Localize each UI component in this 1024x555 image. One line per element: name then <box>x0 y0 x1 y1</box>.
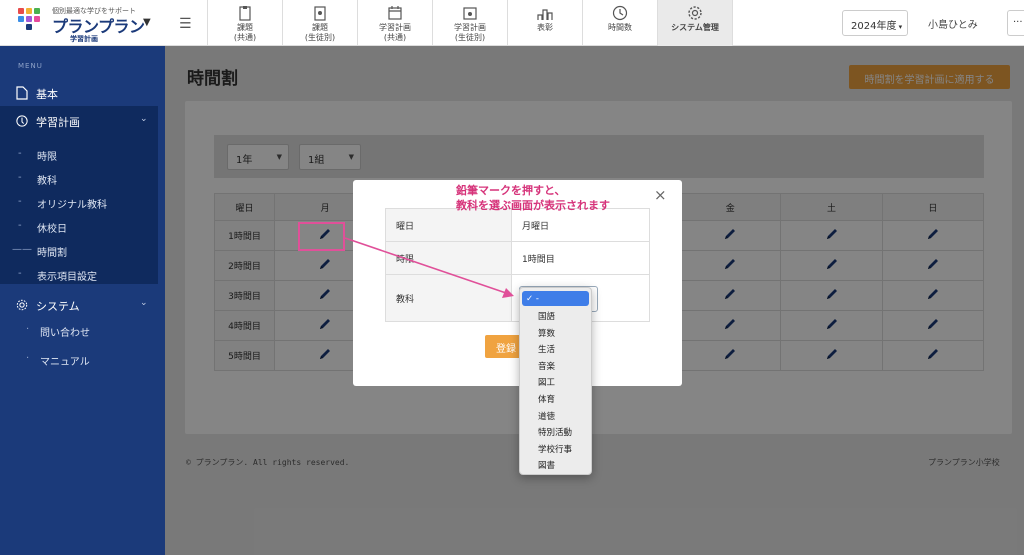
logo-tiles-icon <box>18 8 48 32</box>
sidebar-subitem-period[interactable]: - 時限 <box>0 144 158 164</box>
detail-key: 曜日 <box>385 208 512 242</box>
dropdown-option[interactable]: 学校行事 <box>522 440 589 456</box>
annotation-highlight-box <box>298 222 345 251</box>
clock-icon <box>612 5 628 21</box>
sidebar: 個別最適な学びをサポート プランプラン 学習計画 ▼ MENU 基本 学習計画 … <box>0 0 165 555</box>
detail-value: 1時間目 <box>511 241 650 275</box>
annotation-text: 教科を選ぶ画面が表示されます <box>456 199 610 212</box>
detail-key: 時限 <box>385 241 512 275</box>
table-row: 教科 <box>385 274 650 322</box>
tab-task-student[interactable]: 課題 (生徒別) <box>282 0 357 46</box>
dropdown-option[interactable]: 図書 <box>522 456 589 472</box>
podium-icon <box>537 9 553 20</box>
more-button[interactable]: ··· <box>1007 10 1024 36</box>
hamburger-icon[interactable]: ☰ <box>179 16 192 32</box>
sidebar-subitem-original-subject[interactable]: - オリジナル教科 <box>0 192 158 212</box>
gear-icon <box>688 6 702 20</box>
dropdown-option[interactable]: 国語 <box>522 307 589 323</box>
detail-value: 月曜日 <box>511 208 650 242</box>
top-bar: ☰ 課題 (共通) 課題 (生徒別) 学習計画 (共通) 学習計画 (生徒別) 表彰 時… <box>165 0 1024 46</box>
logo-brand: プランプラン <box>52 17 145 36</box>
sidebar-subitem-display-settings[interactable]: - 表示項目設定 <box>0 264 158 284</box>
logo[interactable]: 個別最適な学びをサポート プランプラン 学習計画 ▼ <box>0 0 165 46</box>
sidebar-subitem-manual[interactable]: · マニュアル <box>0 349 158 369</box>
dropdown-option[interactable]: 生活 <box>522 340 589 356</box>
sidebar-item-label: 学習計画 <box>36 116 80 129</box>
chevron-down-icon[interactable]: ▼ <box>143 17 151 28</box>
menu-caption: MENU <box>18 62 43 70</box>
table-row: 曜日 月曜日 <box>385 208 650 242</box>
modal-detail-table: 曜日 月曜日 時限 1時間目 教科 <box>385 208 650 322</box>
user-name[interactable]: 小島ひとみ <box>928 16 978 31</box>
sidebar-subitem-contact[interactable]: · 問い合わせ <box>0 320 158 340</box>
close-icon[interactable]: × <box>654 186 667 204</box>
tab-hours[interactable]: 時間数 <box>582 0 657 46</box>
tab-system-admin[interactable]: システム管理 <box>657 0 732 46</box>
dropdown-option[interactable]: 図工 <box>522 373 589 389</box>
tab-plan-student[interactable]: 学習計画 (生徒別) <box>432 0 507 46</box>
calendar-icon <box>388 6 402 20</box>
clipboard-icon <box>239 6 251 21</box>
sidebar-item-plan[interactable]: 学習計画 ⌄ <box>0 108 165 134</box>
dropdown-option[interactable]: 道徳 <box>522 407 589 423</box>
calendar-person-icon <box>463 7 477 20</box>
gear-icon <box>16 299 28 311</box>
sidebar-item-label: 基本 <box>36 88 58 101</box>
document-icon <box>16 86 28 100</box>
sidebar-subitem-timetable[interactable]: —— 時間割 <box>0 240 158 260</box>
sidebar-subitem-holiday[interactable]: - 休校日 <box>0 216 158 236</box>
tab-plan-common[interactable]: 学習計画 (共通) <box>357 0 432 46</box>
annotation-text: 鉛筆マークを押すと、 <box>456 184 566 197</box>
dropdown-option[interactable]: 音楽 <box>522 357 589 373</box>
sidebar-item-label: システム <box>36 300 80 313</box>
sidebar-item-basic[interactable]: 基本 <box>0 80 165 106</box>
sidebar-subitem-subject[interactable]: - 教科 <box>0 168 158 188</box>
clipboard-person-icon <box>314 6 326 21</box>
dropdown-option[interactable]: 体育 <box>522 390 589 406</box>
year-select[interactable]: 2024年度 ▾ <box>842 10 908 36</box>
logo-sub: 学習計画 <box>70 35 98 43</box>
tab-task-common[interactable]: 課題 (共通) <box>207 0 282 46</box>
sidebar-item-system[interactable]: システム ⌄ <box>0 292 165 318</box>
chevron-down-icon: ⌄ <box>140 298 148 308</box>
chevron-down-icon: ⌄ <box>140 114 148 124</box>
dropdown-option[interactable]: 特別活動 <box>522 423 589 439</box>
table-row: 時限 1時間目 <box>385 241 650 275</box>
compass-icon <box>16 115 28 127</box>
detail-key: 教科 <box>385 274 512 322</box>
tab-award[interactable]: 表彰 <box>507 0 582 46</box>
dropdown-option-selected[interactable]: ✓ - <box>522 291 589 306</box>
dropdown-option[interactable]: 算数 <box>522 324 589 340</box>
